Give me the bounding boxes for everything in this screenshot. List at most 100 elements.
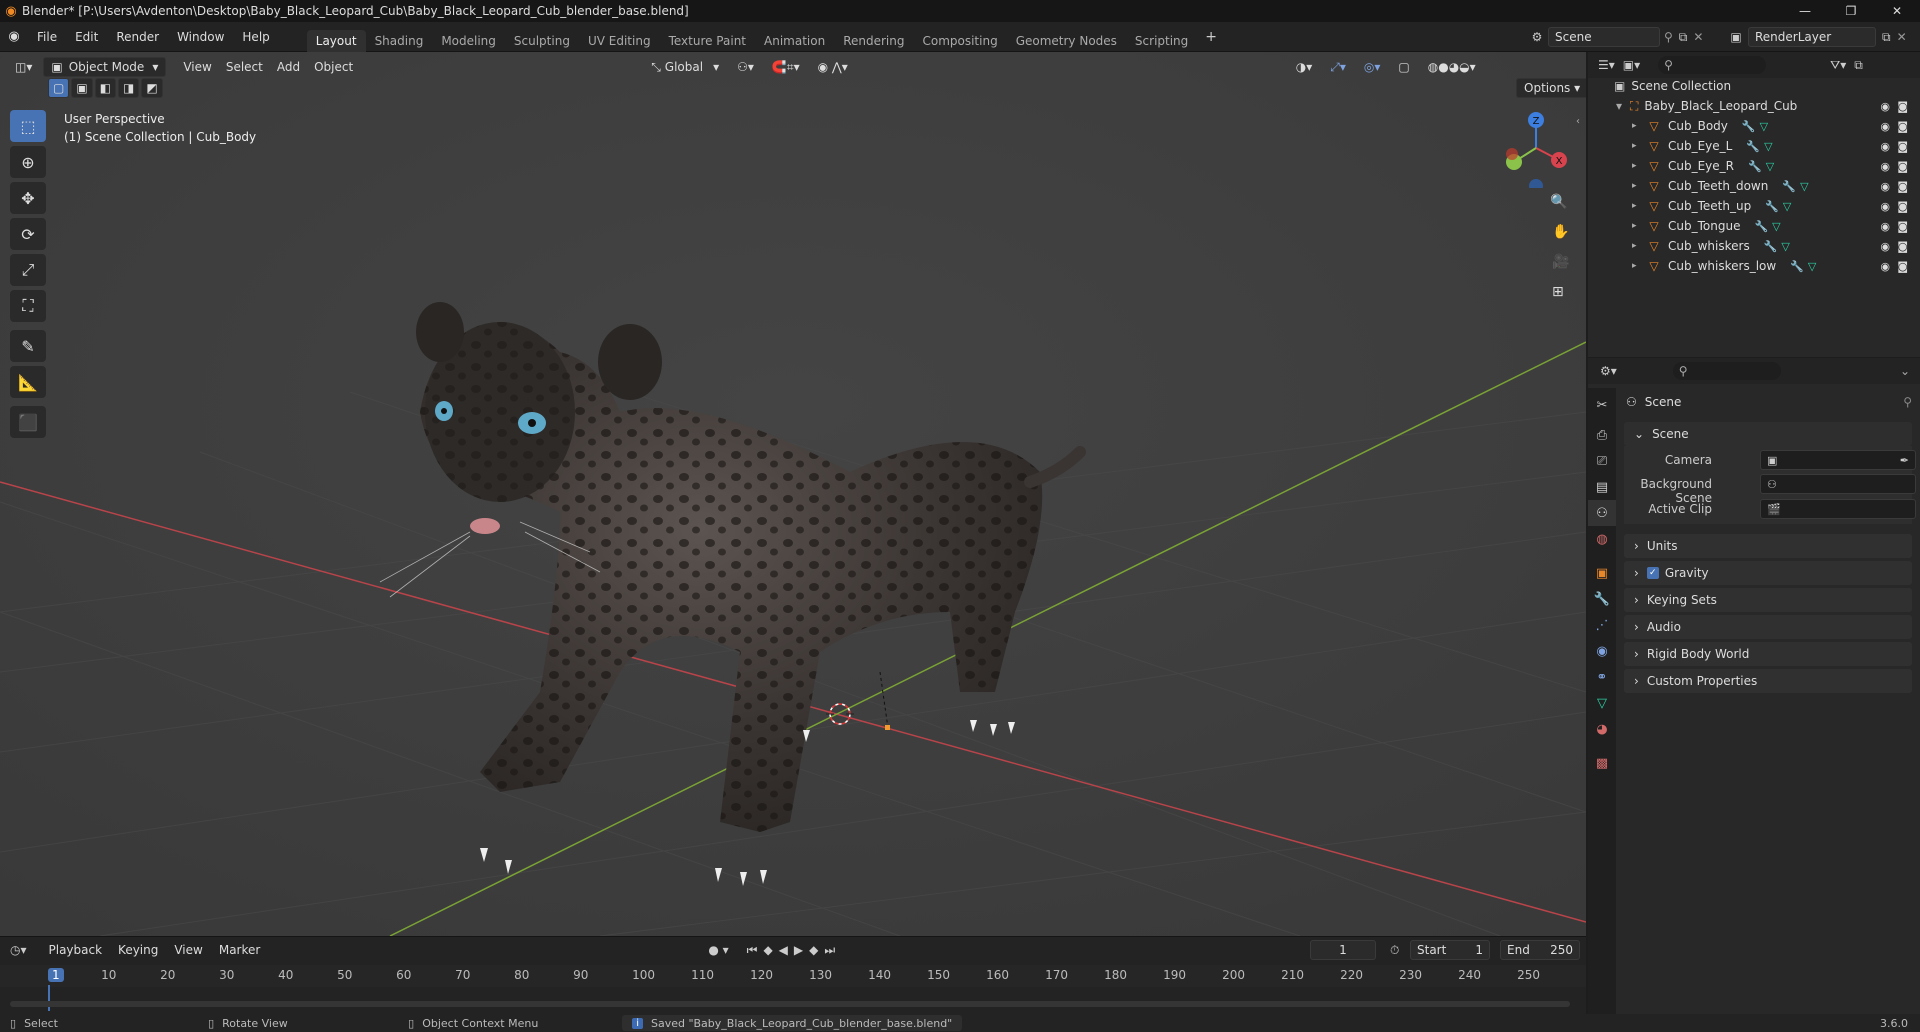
- background-scene-field[interactable]: ⚇: [1760, 474, 1916, 494]
- tab-scripting[interactable]: Scripting: [1126, 30, 1197, 52]
- outliner-item[interactable]: ▸ ▽ Cub_Tongue 🔧 ▽ ◉ ◙: [1588, 216, 1920, 236]
- select-subtract-icon[interactable]: ◧: [94, 78, 117, 98]
- shading-modes-icon[interactable]: ◍●◕◒▾: [1421, 57, 1483, 77]
- pin-icon[interactable]: ⚲: [1664, 30, 1673, 44]
- camera-view-icon[interactable]: 🎥: [1552, 254, 1569, 270]
- gravity-checkbox[interactable]: ✓: [1646, 567, 1659, 579]
- expand-arrow-icon[interactable]: ▸: [1632, 181, 1646, 191]
- texture-tab-icon[interactable]: ▩: [1588, 750, 1616, 776]
- menu-help[interactable]: Help: [233, 22, 278, 52]
- playhead[interactable]: [48, 985, 50, 1011]
- timeline-scrollbar[interactable]: [10, 1001, 1570, 1007]
- view-layer-field[interactable]: RenderLayer: [1748, 27, 1876, 47]
- pin-icon[interactable]: ⚲: [1903, 395, 1912, 409]
- sidebar-toggle-icon[interactable]: ‹: [1576, 116, 1580, 127]
- tab-compositing[interactable]: Compositing: [913, 30, 1006, 52]
- camera-icon[interactable]: ◙: [1897, 220, 1908, 233]
- transform-tool[interactable]: ⛶: [10, 290, 46, 322]
- tab-geometry-nodes[interactable]: Geometry Nodes: [1007, 30, 1126, 52]
- timeline-menu-view[interactable]: View: [166, 943, 210, 957]
- current-frame-field[interactable]: 1: [1310, 940, 1376, 960]
- expand-arrow-icon[interactable]: ▸: [1632, 261, 1646, 271]
- menu-edit[interactable]: Edit: [66, 22, 107, 52]
- view-layer-tab-icon[interactable]: ▤: [1588, 474, 1616, 500]
- camera-icon[interactable]: ◙: [1897, 100, 1908, 113]
- proportional-edit-icon[interactable]: ◉ ⋀▾: [811, 57, 855, 77]
- render-tab-icon[interactable]: ⎙: [1588, 422, 1616, 448]
- modifier-icon[interactable]: 🔧: [1748, 160, 1762, 173]
- eye-icon[interactable]: ◉: [1880, 140, 1890, 153]
- menu-render[interactable]: Render: [107, 22, 168, 52]
- tab-sculpting[interactable]: Sculpting: [505, 30, 579, 52]
- mesh-data-icon[interactable]: ▽: [1760, 120, 1768, 133]
- filter-icon[interactable]: ⛛▾: [1830, 58, 1846, 73]
- snap-icon[interactable]: 🧲⌗▾: [765, 57, 807, 77]
- tab-animation[interactable]: Animation: [755, 30, 834, 52]
- options-button[interactable]: Options ▾: [1516, 78, 1586, 98]
- editor-type-icon[interactable]: ◫▾: [8, 57, 39, 77]
- 3d-viewport[interactable]: ◫▾ ▣ Object Mode ▾ View Select Add Object ⤡ Gl…: [0, 52, 1586, 936]
- camera-icon[interactable]: ◙: [1897, 240, 1908, 253]
- data-tab-icon[interactable]: ▽: [1588, 690, 1616, 716]
- select-new-icon[interactable]: ▢: [48, 78, 70, 98]
- expand-arrow-icon[interactable]: ▸: [1632, 201, 1646, 211]
- scene-tab-icon[interactable]: ⚇: [1588, 500, 1616, 526]
- scene-name-field[interactable]: Scene: [1548, 27, 1660, 47]
- eye-icon[interactable]: ◉: [1880, 120, 1890, 133]
- menu-window[interactable]: Window: [168, 22, 233, 52]
- camera-icon[interactable]: ◙: [1897, 140, 1908, 153]
- transform-orientation-selector[interactable]: ⤡ Global ▾: [644, 57, 726, 77]
- end-frame-field[interactable]: End 250: [1500, 940, 1580, 960]
- add-workspace-button[interactable]: +: [1197, 29, 1225, 45]
- tool-tab-icon[interactable]: ✂: [1588, 392, 1616, 418]
- delete-view-layer-icon[interactable]: ✕: [1897, 30, 1907, 44]
- expand-arrow-icon[interactable]: ▸: [1632, 161, 1646, 171]
- camera-field[interactable]: ▣ ✒: [1760, 450, 1916, 470]
- tab-rendering[interactable]: Rendering: [834, 30, 913, 52]
- mesh-data-icon[interactable]: ▽: [1800, 180, 1808, 193]
- outliner-item[interactable]: ▸ ▽ Cub_Teeth_down 🔧 ▽ ◉ ◙: [1588, 176, 1920, 196]
- expand-arrow-icon[interactable]: ▸: [1632, 141, 1646, 151]
- expand-arrow-icon[interactable]: ▾: [1616, 99, 1630, 113]
- playback-controls[interactable]: ⏮◆◀▶◆⏭: [747, 943, 842, 958]
- mesh-data-icon[interactable]: ▽: [1764, 140, 1772, 153]
- minimize-button[interactable]: —: [1782, 0, 1828, 22]
- new-scene-icon[interactable]: ⧉: [1679, 30, 1688, 45]
- physics-tab-icon[interactable]: ◉: [1588, 638, 1616, 664]
- viewport-menu-select[interactable]: Select: [219, 57, 270, 77]
- annotate-tool[interactable]: ✎: [10, 330, 46, 362]
- scene-icon[interactable]: ⚙: [1526, 30, 1548, 44]
- eye-icon[interactable]: ◉: [1880, 260, 1890, 273]
- outliner-item[interactable]: ▸ ▽ Cub_Body 🔧 ▽ ◉ ◙: [1588, 116, 1920, 136]
- panel-rigid-body-world[interactable]: › Rigid Body World: [1624, 642, 1912, 666]
- panel-keying-sets[interactable]: › Keying Sets: [1624, 588, 1912, 612]
- eye-icon[interactable]: ◉: [1880, 220, 1890, 233]
- modifier-icon[interactable]: 🔧: [1782, 180, 1796, 193]
- particles-tab-icon[interactable]: ⋰: [1588, 612, 1616, 638]
- frame-ruler[interactable]: 1 10 20 30 40 50 60 70 80 90 100 110 120 130 140 150 160…: [0, 965, 1586, 987]
- measure-tool[interactable]: 📐: [10, 366, 46, 398]
- tab-layout[interactable]: Layout: [306, 29, 366, 52]
- mesh-data-icon[interactable]: ▽: [1808, 260, 1816, 273]
- viewport-menu-view[interactable]: View: [176, 57, 218, 77]
- tab-uv-editing[interactable]: UV Editing: [579, 30, 660, 52]
- chevron-down-icon[interactable]: ⌄: [1900, 364, 1910, 378]
- active-clip-field[interactable]: 🎬: [1760, 499, 1916, 519]
- modifier-tab-icon[interactable]: 🔧: [1588, 586, 1616, 612]
- eye-icon[interactable]: ◉: [1880, 200, 1890, 213]
- blender-menu-icon[interactable]: ◉: [0, 29, 28, 44]
- record-icon[interactable]: ● ▾: [708, 943, 728, 957]
- modifier-icon[interactable]: 🔧: [1754, 220, 1768, 233]
- camera-icon[interactable]: ◙: [1897, 260, 1908, 273]
- outliner-item[interactable]: ▸ ▽ Cub_Eye_L 🔧 ▽ ◉ ◙: [1588, 136, 1920, 156]
- cursor-tool[interactable]: ⊕: [10, 146, 46, 178]
- panel-gravity[interactable]: › ✓ Gravity: [1624, 561, 1912, 585]
- zoom-icon[interactable]: 🔍: [1550, 194, 1567, 210]
- clock-icon[interactable]: ⏱: [1390, 943, 1399, 958]
- modifier-icon[interactable]: 🔧: [1742, 120, 1756, 133]
- outliner-item[interactable]: ▸ ▽ Cub_whiskers 🔧 ▽ ◉ ◙: [1588, 236, 1920, 256]
- pivot-point-icon[interactable]: ⚇▾: [730, 57, 761, 77]
- modifier-icon[interactable]: 🔧: [1790, 260, 1804, 273]
- eye-icon[interactable]: ◉: [1880, 240, 1890, 253]
- visibility-icon[interactable]: ◑▾: [1289, 57, 1320, 77]
